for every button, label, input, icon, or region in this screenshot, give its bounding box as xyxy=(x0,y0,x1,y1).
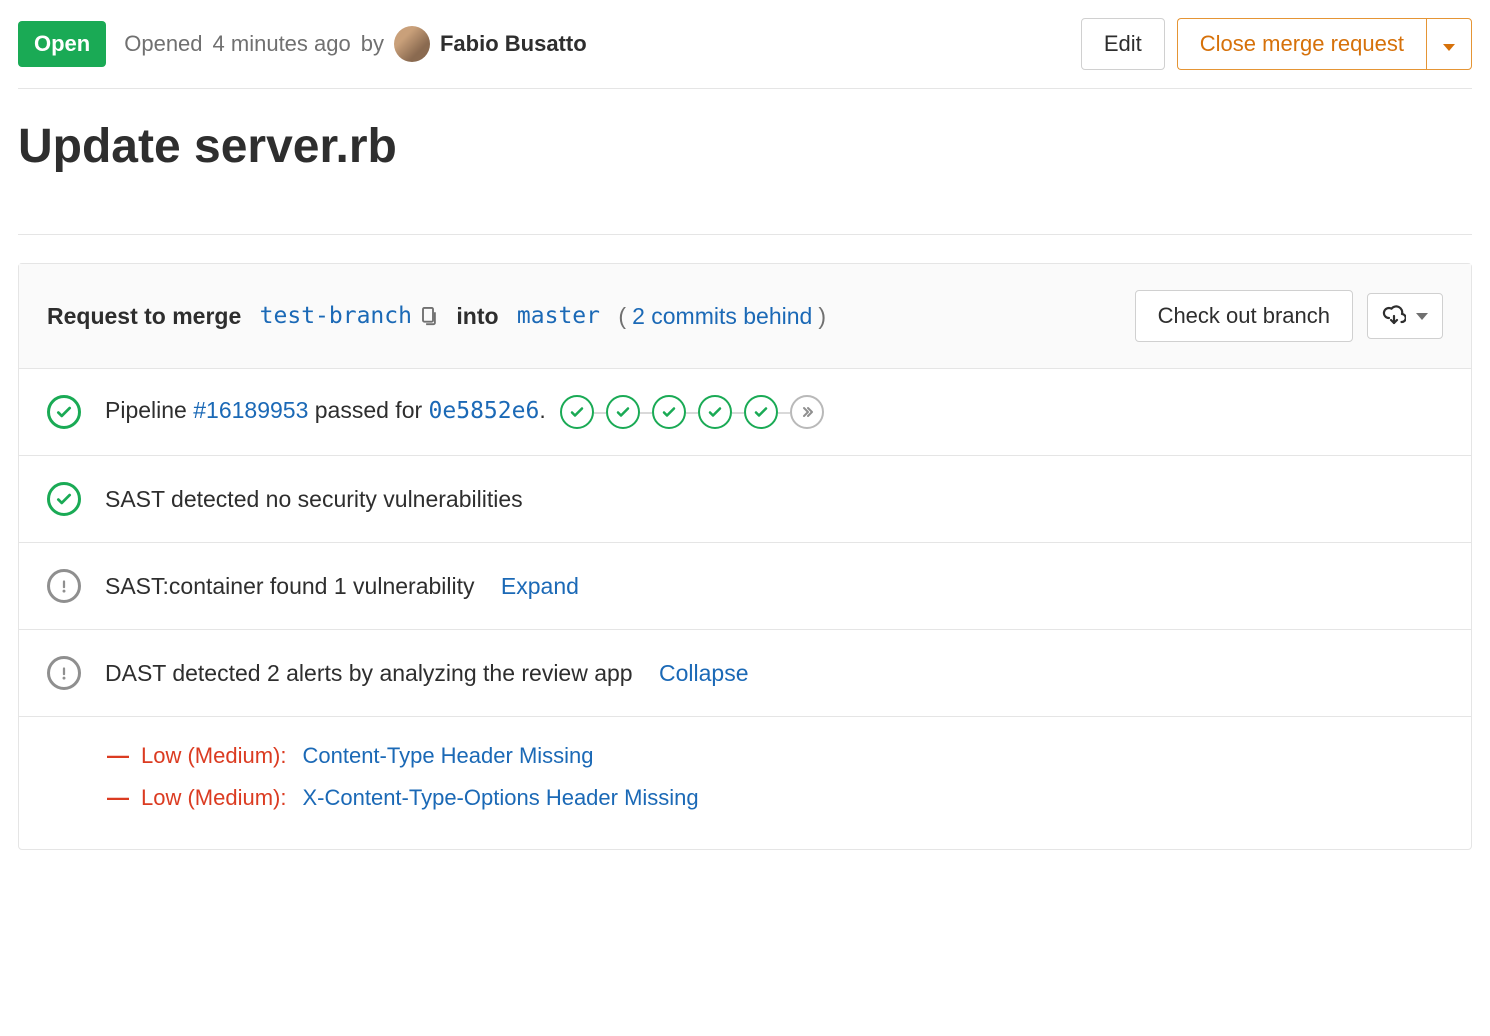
dast-alerts: — Low (Medium): Content-Type Header Miss… xyxy=(19,717,1471,849)
divider xyxy=(18,234,1472,235)
pipeline-stages xyxy=(560,395,824,429)
source-branch-link[interactable]: test-branch xyxy=(260,303,412,329)
status-badge: Open xyxy=(18,21,106,67)
commits-behind-link[interactable]: 2 commits behind xyxy=(632,303,812,330)
edit-button[interactable]: Edit xyxy=(1081,18,1165,70)
status-success-icon xyxy=(47,482,81,516)
header-actions: Edit Close merge request xyxy=(1081,18,1472,70)
download-cloud-icon xyxy=(1382,304,1406,328)
sast-row: SAST detected no security vulnerabilitie… xyxy=(19,456,1471,543)
status-success-icon xyxy=(47,395,81,429)
close-mr-dropdown[interactable] xyxy=(1426,18,1472,70)
pipeline-commit-link[interactable]: 0e5852e6 xyxy=(429,398,540,424)
sast-container-label: SAST:container found 1 vulnerability xyxy=(105,573,475,599)
author-link[interactable]: Fabio Busatto xyxy=(440,31,587,57)
page-title: Update server.rb xyxy=(18,119,1472,174)
opened-by: Opened 4 minutes ago by Fabio Busatto xyxy=(124,26,586,62)
pipeline-stage[interactable] xyxy=(652,395,686,429)
opened-time: 4 minutes ago xyxy=(213,31,351,57)
merge-info-row: Request to merge test-branch into master… xyxy=(19,264,1471,369)
alert-severity: Low (Medium): xyxy=(141,743,286,769)
by-label: by xyxy=(361,31,384,57)
dast-collapse[interactable]: Collapse xyxy=(659,660,749,686)
avatar[interactable] xyxy=(394,26,430,62)
dast-alert-item: — Low (Medium): X-Content-Type-Options H… xyxy=(107,777,1443,819)
target-branch-link[interactable]: master xyxy=(517,303,600,329)
close-mr-group: Close merge request xyxy=(1177,18,1472,70)
status-warning-icon xyxy=(47,569,81,603)
merge-info-text: Request to merge test-branch into master… xyxy=(47,303,826,330)
alert-severity: Low (Medium): xyxy=(141,785,286,811)
alert-link[interactable]: Content-Type Header Missing xyxy=(302,743,593,769)
dast-label: DAST detected 2 alerts by analyzing the … xyxy=(105,660,633,686)
merge-prefix: Request to merge xyxy=(47,303,241,330)
pipeline-id-link[interactable]: #16189953 xyxy=(193,397,308,423)
close-mr-button[interactable]: Close merge request xyxy=(1177,18,1426,70)
sast-container-expand[interactable]: Expand xyxy=(501,573,579,599)
copy-branch-icon[interactable] xyxy=(418,305,438,327)
dast-text: DAST detected 2 alerts by analyzing the … xyxy=(105,660,1443,687)
caret-down-icon xyxy=(1416,313,1428,320)
pipeline-suffix: . xyxy=(539,397,545,423)
opened-prefix: Opened xyxy=(124,31,202,57)
pipeline-stage[interactable] xyxy=(560,395,594,429)
mr-widget: Request to merge test-branch into master… xyxy=(18,263,1472,850)
dast-alert-item: — Low (Medium): Content-Type Header Miss… xyxy=(107,735,1443,777)
sast-text: SAST detected no security vulnerabilitie… xyxy=(105,486,1443,513)
pipeline-status-word: passed for xyxy=(315,397,422,423)
pipeline-stage[interactable] xyxy=(606,395,640,429)
checkout-branch-button[interactable]: Check out branch xyxy=(1135,290,1353,342)
merge-actions: Check out branch xyxy=(1135,290,1443,342)
pipeline-stage[interactable] xyxy=(698,395,732,429)
pipeline-text: Pipeline #16189953 passed for 0e5852e6. xyxy=(105,395,1443,429)
minus-icon: — xyxy=(107,785,125,811)
caret-down-icon xyxy=(1443,44,1455,51)
dast-row: DAST detected 2 alerts by analyzing the … xyxy=(19,630,1471,717)
alert-link[interactable]: X-Content-Type-Options Header Missing xyxy=(302,785,698,811)
minus-icon: — xyxy=(107,743,125,769)
mr-header: Open Opened 4 minutes ago by Fabio Busat… xyxy=(18,18,1472,89)
into-label: into xyxy=(456,303,498,330)
pipeline-row: Pipeline #16189953 passed for 0e5852e6. xyxy=(19,369,1471,456)
sast-container-text: SAST:container found 1 vulnerability Exp… xyxy=(105,573,1443,600)
pipeline-stage[interactable] xyxy=(744,395,778,429)
pipeline-prefix: Pipeline xyxy=(105,397,187,423)
status-warning-icon xyxy=(47,656,81,690)
download-dropdown[interactable] xyxy=(1367,293,1443,339)
header-left: Open Opened 4 minutes ago by Fabio Busat… xyxy=(18,21,587,67)
paren-close: ) xyxy=(818,303,826,330)
pipeline-stages-more[interactable] xyxy=(790,395,824,429)
sast-container-row: SAST:container found 1 vulnerability Exp… xyxy=(19,543,1471,630)
paren-open: ( xyxy=(618,303,626,330)
